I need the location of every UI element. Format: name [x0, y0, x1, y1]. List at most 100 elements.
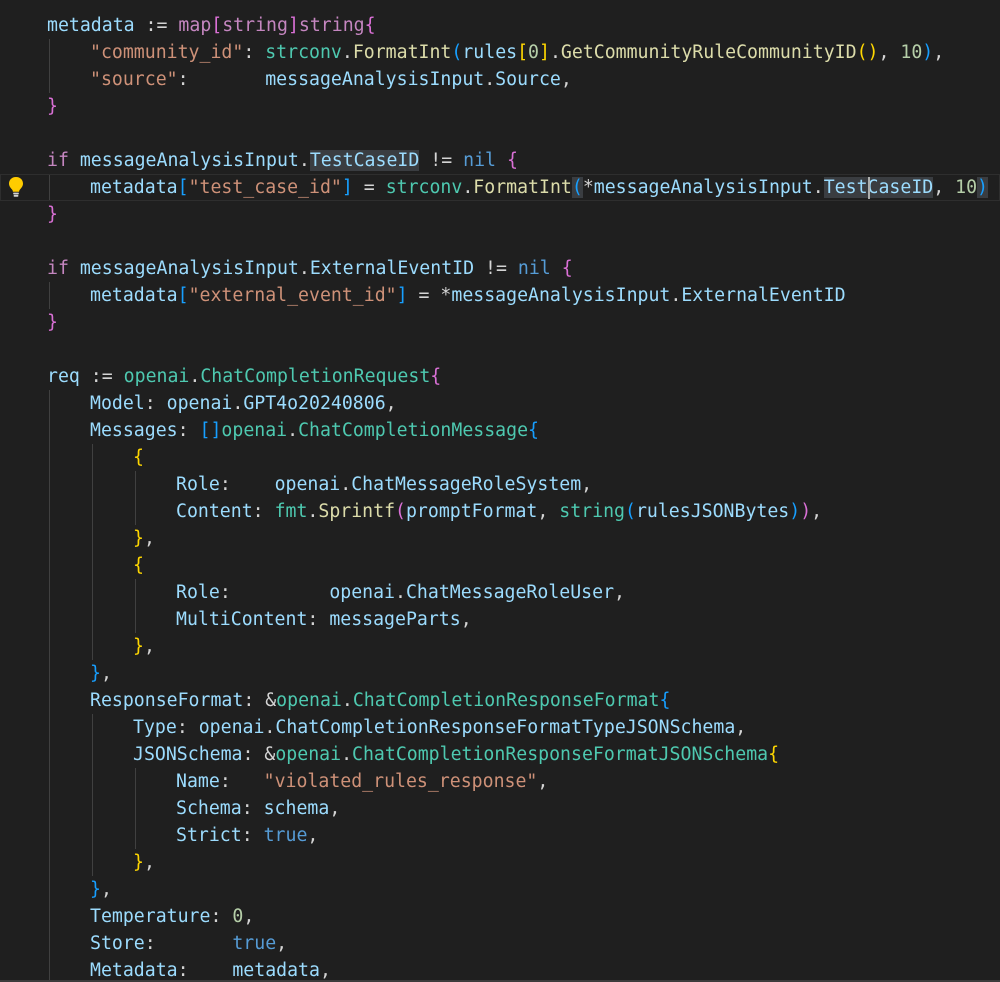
code-line[interactable]: Temperature: 0,	[0, 903, 1000, 930]
code-token: nil	[463, 150, 496, 171]
code-token: rules	[462, 42, 518, 63]
code-line[interactable]	[0, 336, 1000, 363]
code-token: string	[222, 15, 288, 36]
code-token: 0	[232, 906, 244, 927]
code-line[interactable]: },	[0, 660, 1000, 687]
code-token: [	[177, 285, 189, 306]
code-token: true	[263, 825, 308, 846]
code-line[interactable]: Schema: schema,	[0, 795, 1000, 822]
code-token: }	[133, 636, 144, 657]
code-token: )	[922, 42, 934, 63]
code-line[interactable]: Content: fmt.Sprintf(promptFormat, strin…	[0, 498, 1000, 525]
code-line[interactable]: Store: true,	[0, 930, 1000, 957]
code-token: {	[528, 420, 539, 441]
code-token: .	[264, 717, 276, 738]
code-line[interactable]: {	[0, 552, 1000, 579]
code-line[interactable]: Name: "violated_rules_response",	[0, 768, 1000, 795]
code-line[interactable]: ResponseFormat: &openai.ChatCompletionRe…	[0, 687, 1000, 714]
code-token: =	[407, 285, 441, 306]
code-token: :	[177, 960, 233, 981]
code-token: "source"	[90, 69, 178, 90]
code-token: .	[307, 501, 319, 522]
code-line[interactable]: "community_id": strconv.FormatInt(rules[…	[0, 39, 1000, 66]
code-line-content: Type: openai.ChatCompletionResponseForma…	[133, 714, 746, 741]
code-line[interactable]: }	[0, 309, 1000, 336]
code-token: string	[298, 15, 365, 36]
code-token: FormatInt	[352, 42, 452, 63]
code-line[interactable]: Messages: []openai.ChatCompletionMessage…	[0, 417, 1000, 444]
code-line[interactable]: Metadata: metadata,	[0, 957, 1000, 982]
code-token: }	[90, 663, 101, 684]
code-line-content: Role: openai.ChatMessageRoleUser,	[176, 579, 625, 606]
code-line[interactable]: }	[0, 93, 1000, 120]
code-token: metadata	[90, 285, 178, 306]
code-token: "external_event_id"	[188, 285, 397, 306]
code-token: "violated_rules_response"	[263, 771, 538, 792]
code-token: .	[462, 177, 474, 198]
code-token: Type	[133, 717, 177, 738]
code-line-content: }	[47, 93, 58, 120]
code-line[interactable]: req := openai.ChatCompletionRequest{	[0, 363, 1000, 390]
code-token: ,	[581, 474, 593, 495]
code-token: (	[856, 42, 868, 63]
code-token: "test_case_id"	[188, 177, 342, 198]
code-token: {	[506, 150, 518, 171]
code-token: messageParts	[329, 609, 461, 630]
code-token: .	[395, 582, 406, 603]
code-token: ]	[341, 177, 353, 198]
code-token: 10	[900, 42, 923, 63]
code-line[interactable]: }	[0, 201, 1000, 228]
code-token: ChatCompletionResponseFormatTypeJSONSche…	[275, 717, 736, 738]
code-line[interactable]: JSONSchema: &openai.ChatCompletionRespon…	[0, 741, 1000, 768]
code-token: {	[133, 555, 144, 576]
code-line[interactable]: MultiContent: messageParts,	[0, 606, 1000, 633]
code-token: :	[242, 744, 265, 765]
code-token: .	[341, 744, 353, 765]
code-token: }	[47, 204, 58, 225]
code-line-content: if messageAnalysisInput.TestCaseID != ni…	[47, 147, 518, 174]
code-line[interactable]: Role: openai.ChatMessageRoleSystem,	[0, 471, 1000, 498]
code-line-content: Strict: true,	[176, 822, 318, 849]
code-line[interactable]: },	[0, 525, 1000, 552]
code-line[interactable]	[0, 120, 1000, 147]
code-token: ChatCompletionResponseFormat	[352, 690, 660, 711]
code-token: :=	[79, 366, 124, 387]
code-token: strconv	[385, 177, 463, 198]
code-line[interactable]: metadata["test_case_id"] = strconv.Forma…	[0, 174, 1000, 201]
code-line[interactable]: Strict: true,	[0, 822, 1000, 849]
code-token: ,	[537, 501, 560, 522]
code-token: Role	[176, 582, 220, 603]
code-line[interactable]: "source": messageAnalysisInput.Source,	[0, 66, 1000, 93]
code-token: ,	[735, 717, 747, 738]
code-line[interactable]: },	[0, 876, 1000, 903]
code-line[interactable]: if messageAnalysisInput.TestCaseID != ni…	[0, 147, 1000, 174]
code-token: ExternalEventID	[681, 285, 846, 306]
code-line[interactable]	[0, 228, 1000, 255]
code-line[interactable]: },	[0, 633, 1000, 660]
code-token: .	[340, 474, 352, 495]
code-token: .	[287, 420, 299, 441]
code-token: ChatMessageRoleSystem	[351, 474, 582, 495]
code-token: GetCommunityRuleCommunityID	[560, 42, 857, 63]
code-token: JSONSchema	[133, 744, 243, 765]
code-line-content: Metadata: metadata,	[90, 957, 331, 982]
code-line[interactable]: if messageAnalysisInput.ExternalEventID …	[0, 255, 1000, 282]
code-line[interactable]: Model: openai.GPT4o20240806,	[0, 390, 1000, 417]
code-line[interactable]: },	[0, 849, 1000, 876]
code-line[interactable]: metadata["external_event_id"] = *message…	[0, 282, 1000, 309]
code-token: messageAnalysisInput	[593, 177, 813, 198]
code-line[interactable]: Role: openai.ChatMessageRoleUser,	[0, 579, 1000, 606]
code-line[interactable]: {	[0, 444, 1000, 471]
code-line-content: "source": messageAnalysisInput.Source,	[90, 66, 572, 93]
code-line-content: },	[133, 633, 155, 660]
code-token: fmt	[274, 501, 308, 522]
code-token: Name	[176, 771, 220, 792]
code-line[interactable]: metadata := map[string]string{	[0, 12, 1000, 39]
code-line-content: Schema: schema,	[176, 795, 340, 822]
code-token: Messages	[90, 420, 178, 441]
code-editor[interactable]: metadata := map[string]string{"community…	[0, 0, 1000, 982]
lightbulb-icon[interactable]	[7, 176, 25, 198]
code-line[interactable]: Type: openai.ChatCompletionResponseForma…	[0, 714, 1000, 741]
